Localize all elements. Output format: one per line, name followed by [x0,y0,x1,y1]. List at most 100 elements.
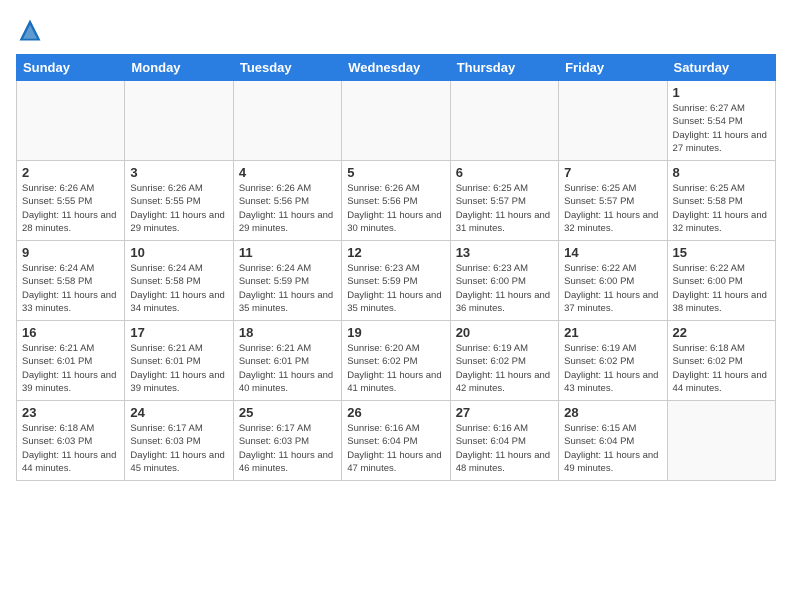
day-info: Sunrise: 6:26 AM Sunset: 5:56 PM Dayligh… [347,182,444,235]
logo [16,16,48,44]
day-cell: 28Sunrise: 6:15 AM Sunset: 6:04 PM Dayli… [559,401,667,481]
day-info: Sunrise: 6:26 AM Sunset: 5:56 PM Dayligh… [239,182,336,235]
weekday-header-saturday: Saturday [667,55,775,81]
day-number: 17 [130,325,227,340]
day-cell [125,81,233,161]
day-number: 28 [564,405,661,420]
day-cell: 9 Sunrise: 6:24 AM Sunset: 5:58 PM Daylig… [17,241,125,321]
day-info: Sunrise: 6:22 AM Sunset: 6:00 PM Dayligh… [673,262,770,315]
day-cell: 13 Sunrise: 6:23 AM Sunset: 6:00 PM Dayli… [450,241,558,321]
calendar-body: 1 Sunrise: 6:27 AM Sunset: 5:54 PM Daylig… [17,81,776,481]
day-info: Sunrise: 6:24 AM Sunset: 5:59 PM Dayligh… [239,262,336,315]
day-cell: 11 Sunrise: 6:24 AM Sunset: 5:59 PM Dayli… [233,241,341,321]
day-number: 7 [564,165,661,180]
day-cell: 5 Sunrise: 6:26 AM Sunset: 5:56 PM Daylig… [342,161,450,241]
day-number: 23 [22,405,119,420]
day-cell [667,401,775,481]
weekday-header-tuesday: Tuesday [233,55,341,81]
day-info: Sunrise: 6:18 AM Sunset: 6:03 PM Dayligh… [22,422,119,475]
day-cell: 2Sunrise: 6:26 AM Sunset: 5:55 PM Daylig… [17,161,125,241]
weekday-header-row: SundayMondayTuesdayWednesdayThursdayFrid… [17,55,776,81]
day-info: Sunrise: 6:18 AM Sunset: 6:02 PM Dayligh… [673,342,770,395]
day-cell [17,81,125,161]
day-info: Sunrise: 6:24 AM Sunset: 5:58 PM Dayligh… [22,262,119,315]
day-number: 18 [239,325,336,340]
day-number: 8 [673,165,770,180]
week-row-3: 9 Sunrise: 6:24 AM Sunset: 5:58 PM Daylig… [17,241,776,321]
day-number: 6 [456,165,553,180]
day-cell: 20 Sunrise: 6:19 AM Sunset: 6:02 PM Dayli… [450,321,558,401]
day-number: 15 [673,245,770,260]
day-info: Sunrise: 6:23 AM Sunset: 6:00 PM Dayligh… [456,262,553,315]
day-cell: 25Sunrise: 6:17 AM Sunset: 6:03 PM Dayli… [233,401,341,481]
day-cell: 3 Sunrise: 6:26 AM Sunset: 5:55 PM Daylig… [125,161,233,241]
day-cell: 16 Sunrise: 6:21 AM Sunset: 6:01 PM Dayli… [17,321,125,401]
day-info: Sunrise: 6:19 AM Sunset: 6:02 PM Dayligh… [564,342,661,395]
day-cell: 14Sunrise: 6:22 AM Sunset: 6:00 PM Dayli… [559,241,667,321]
day-cell: 26 Sunrise: 6:16 AM Sunset: 6:04 PM Dayli… [342,401,450,481]
day-info: Sunrise: 6:17 AM Sunset: 6:03 PM Dayligh… [130,422,227,475]
day-info: Sunrise: 6:26 AM Sunset: 5:55 PM Dayligh… [130,182,227,235]
day-cell [233,81,341,161]
day-cell: 4 Sunrise: 6:26 AM Sunset: 5:56 PM Daylig… [233,161,341,241]
day-number: 26 [347,405,444,420]
day-number: 20 [456,325,553,340]
day-number: 12 [347,245,444,260]
day-number: 24 [130,405,227,420]
week-row-2: 2 Sunrise: 6:26 AM Sunset: 5:55 PM Daylig… [17,161,776,241]
weekday-header-sunday: Sunday [17,55,125,81]
day-cell: 8 Sunrise: 6:25 AM Sunset: 5:58 PM Daylig… [667,161,775,241]
day-number: 21 [564,325,661,340]
day-number: 1 [673,85,770,100]
day-cell: 6 Sunrise: 6:25 AM Sunset: 5:57 PM Daylig… [450,161,558,241]
day-info: Sunrise: 6:25 AM Sunset: 5:58 PM Dayligh… [673,182,770,235]
day-info: Sunrise: 6:16 AM Sunset: 6:04 PM Dayligh… [347,422,444,475]
day-info: Sunrise: 6:24 AM Sunset: 5:58 PM Dayligh… [130,262,227,315]
day-cell: 1 Sunrise: 6:27 AM Sunset: 5:54 PM Daylig… [667,81,775,161]
day-number: 5 [347,165,444,180]
day-info: Sunrise: 6:21 AM Sunset: 6:01 PM Dayligh… [239,342,336,395]
day-number: 11 [239,245,336,260]
week-row-1: 1 Sunrise: 6:27 AM Sunset: 5:54 PM Daylig… [17,81,776,161]
day-number: 27 [456,405,553,420]
day-number: 13 [456,245,553,260]
day-cell [342,81,450,161]
day-cell: 12 Sunrise: 6:23 AM Sunset: 5:59 PM Dayli… [342,241,450,321]
day-info: Sunrise: 6:21 AM Sunset: 6:01 PM Dayligh… [130,342,227,395]
day-cell: 24 Sunrise: 6:17 AM Sunset: 6:03 PM Dayli… [125,401,233,481]
day-number: 4 [239,165,336,180]
day-cell: 10Sunrise: 6:24 AM Sunset: 5:58 PM Dayli… [125,241,233,321]
day-info: Sunrise: 6:25 AM Sunset: 5:57 PM Dayligh… [564,182,661,235]
day-cell [450,81,558,161]
day-info: Sunrise: 6:19 AM Sunset: 6:02 PM Dayligh… [456,342,553,395]
weekday-header-monday: Monday [125,55,233,81]
day-number: 19 [347,325,444,340]
week-row-4: 16 Sunrise: 6:21 AM Sunset: 6:01 PM Dayli… [17,321,776,401]
day-cell: 18 Sunrise: 6:21 AM Sunset: 6:01 PM Dayli… [233,321,341,401]
day-number: 9 [22,245,119,260]
day-number: 16 [22,325,119,340]
day-cell [559,81,667,161]
day-cell: 27 Sunrise: 6:16 AM Sunset: 6:04 PM Dayli… [450,401,558,481]
page-header [16,16,776,44]
day-cell: 17 Sunrise: 6:21 AM Sunset: 6:01 PM Dayli… [125,321,233,401]
day-number: 22 [673,325,770,340]
calendar: SundayMondayTuesdayWednesdayThursdayFrid… [16,54,776,481]
logo-icon [16,16,44,44]
day-cell: 7 Sunrise: 6:25 AM Sunset: 5:57 PM Daylig… [559,161,667,241]
day-info: Sunrise: 6:16 AM Sunset: 6:04 PM Dayligh… [456,422,553,475]
day-info: Sunrise: 6:25 AM Sunset: 5:57 PM Dayligh… [456,182,553,235]
day-number: 2 [22,165,119,180]
day-info: Sunrise: 6:27 AM Sunset: 5:54 PM Dayligh… [673,102,770,155]
day-number: 25 [239,405,336,420]
day-info: Sunrise: 6:21 AM Sunset: 6:01 PM Dayligh… [22,342,119,395]
weekday-header-wednesday: Wednesday [342,55,450,81]
day-cell: 15 Sunrise: 6:22 AM Sunset: 6:00 PM Dayli… [667,241,775,321]
day-number: 3 [130,165,227,180]
week-row-5: 23 Sunrise: 6:18 AM Sunset: 6:03 PM Dayli… [17,401,776,481]
day-cell: 23 Sunrise: 6:18 AM Sunset: 6:03 PM Dayli… [17,401,125,481]
weekday-header-thursday: Thursday [450,55,558,81]
day-cell: 19Sunrise: 6:20 AM Sunset: 6:02 PM Dayli… [342,321,450,401]
day-cell: 22 Sunrise: 6:18 AM Sunset: 6:02 PM Dayli… [667,321,775,401]
day-info: Sunrise: 6:23 AM Sunset: 5:59 PM Dayligh… [347,262,444,315]
